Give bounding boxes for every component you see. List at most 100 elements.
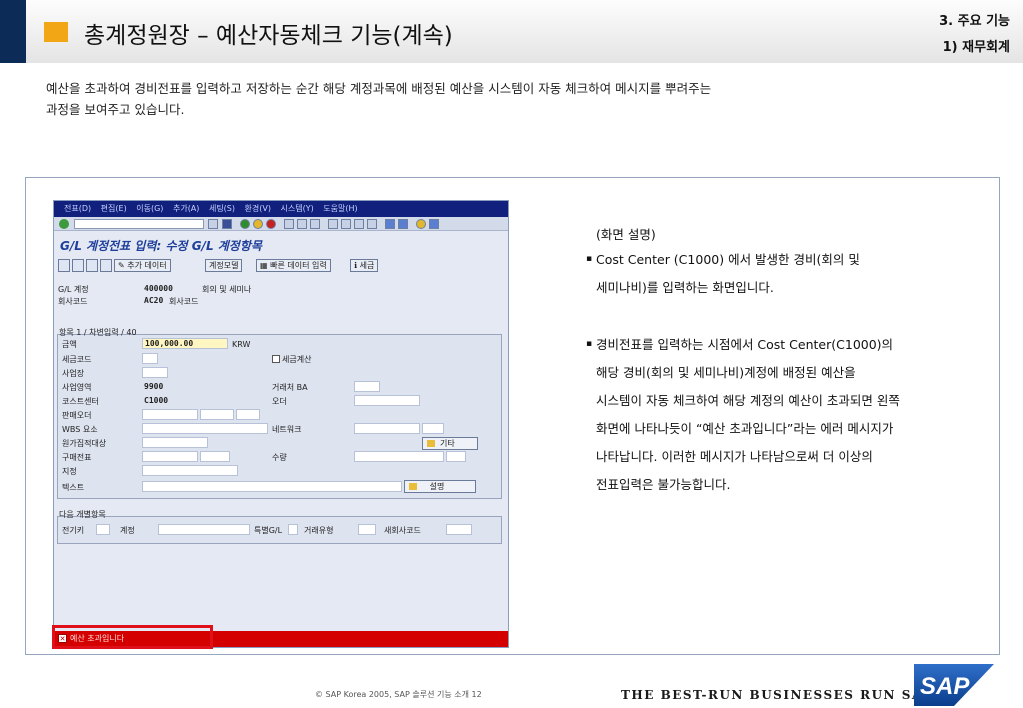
purchase-doc-item-field[interactable] (200, 451, 230, 462)
menu-item-settings[interactable]: 세팅(S) (209, 204, 235, 213)
account-model-button[interactable]: 계정모델 (205, 259, 243, 272)
transaction-type-field[interactable] (358, 524, 376, 535)
intro-line-2: 과정을 보여주고 있습니다. (46, 102, 185, 117)
wbs-field[interactable] (142, 423, 268, 434)
enter-icon[interactable] (59, 219, 69, 229)
back-arrow-icon[interactable] (208, 219, 218, 229)
sales-order-field[interactable] (142, 409, 198, 420)
exit-icon[interactable] (253, 219, 263, 229)
save-icon[interactable] (222, 219, 232, 229)
next-page-icon[interactable] (354, 219, 364, 229)
network-label: 네트워크 (272, 425, 302, 434)
explain-button[interactable]: 설명 (404, 480, 476, 493)
gl-account-value: 400000 (144, 284, 173, 293)
sap-menu-bar: 전표(D) 편집(E) 이동(G) 추가(A) 세팅(S) 환경(V) 시스템(… (54, 201, 508, 217)
amount-label: 금액 (62, 340, 77, 349)
header-icon[interactable] (72, 259, 84, 272)
header-accent-bar (0, 0, 26, 63)
amount-value: 100,000.00 (145, 339, 194, 348)
first-page-icon[interactable] (328, 219, 338, 229)
menu-item-document[interactable]: 전표(D) (64, 204, 91, 213)
special-gl-label: 특별G/L (254, 526, 283, 535)
description-heading: (화면 설명) (596, 227, 656, 242)
new-session-icon[interactable] (385, 219, 395, 229)
copy-icon[interactable] (100, 259, 112, 272)
cancel-icon[interactable] (266, 219, 276, 229)
menu-item-extras[interactable]: 추가(A) (173, 204, 199, 213)
fast-data-entry-button[interactable]: ▦ 빠른 데이터 입력 (256, 259, 331, 272)
order-field[interactable] (354, 395, 420, 406)
find-icon[interactable] (297, 219, 307, 229)
previous-page-icon[interactable] (341, 219, 351, 229)
sales-order-schedule-field[interactable] (236, 409, 260, 420)
sap-screen-title: G/L 계정전표 입력: 수정 G/L 계정항목 (60, 239, 262, 253)
bullet1-line2: 세미나비)를 입력하는 화면입니다. (596, 280, 774, 295)
bullet2-line5: 나타납니다. 이러한 메시지가 나타남으로써 더 이상의 (596, 449, 873, 464)
arrow-icon (427, 440, 435, 447)
subsection-label: 1) 재무회계 (942, 40, 1010, 55)
bullet-icon: ▪ (586, 254, 593, 264)
sap-logo: SAP (914, 664, 994, 706)
network-activity-field[interactable] (422, 423, 444, 434)
menu-item-edit[interactable]: 편집(E) (101, 204, 127, 213)
last-page-icon[interactable] (367, 219, 377, 229)
text-field[interactable] (142, 481, 402, 492)
back-icon[interactable] (240, 219, 250, 229)
gl-account-text: 회의 및 세미나 (202, 285, 252, 294)
bullet2-line4: 화면에 나타나듯이 “예산 초과입니다”라는 에러 메시지가 (596, 421, 894, 436)
wbs-label: WBS 요소 (62, 425, 98, 434)
sap-standard-toolbar (54, 217, 508, 231)
layout-icon[interactable] (429, 219, 439, 229)
intro-line-1: 예산을 초과하여 경비전표를 입력하고 저장하는 순간 해당 계정과목에 배정된… (46, 81, 712, 96)
menu-item-help[interactable]: 도움말(H) (323, 204, 357, 213)
posting-key-label: 전기키 (62, 526, 85, 535)
cost-object-label: 원가집적대상 (62, 439, 107, 448)
business-place-label: 사업장 (62, 369, 85, 378)
help-icon[interactable] (416, 219, 426, 229)
unit-field[interactable] (446, 451, 466, 462)
find-next-icon[interactable] (310, 219, 320, 229)
gl-account-label: G/L 계정 (58, 285, 89, 294)
slide-title: 총계정원장 – 예산자동체크 기능(계속) (84, 23, 453, 49)
sap-logo-text: SAP (920, 673, 970, 700)
purchase-doc-field[interactable] (142, 451, 198, 462)
sales-order-item-field[interactable] (200, 409, 234, 420)
menu-item-system[interactable]: 시스템(Y) (281, 204, 314, 213)
bullet2-line3: 시스템이 자동 체크하여 해당 계정의 예산이 초과되면 왼쪽 (596, 393, 900, 408)
new-company-field[interactable] (446, 524, 472, 535)
account-field[interactable] (158, 524, 250, 535)
assignment-field[interactable] (142, 465, 238, 476)
quantity-label: 수량 (272, 453, 287, 462)
cost-object-field[interactable] (142, 437, 208, 448)
special-gl-field[interactable] (288, 524, 298, 535)
overview-icon[interactable] (58, 259, 70, 272)
section-label: 3. 주요 기능 (939, 14, 1010, 29)
posting-key-field[interactable] (96, 524, 110, 535)
company-code-text: 회사코드 (169, 297, 199, 306)
cost-center-value: C1000 (144, 396, 169, 405)
network-field[interactable] (354, 423, 420, 434)
more-button[interactable]: 기타 (422, 437, 478, 450)
calc-tax-checkbox[interactable] (272, 355, 280, 363)
menu-item-environment[interactable]: 환경(V) (245, 204, 271, 213)
company-code-label: 회사코드 (58, 297, 88, 306)
command-field[interactable] (74, 219, 204, 229)
order-label: 오더 (272, 397, 287, 406)
bullet2-line1: 경비전표를 입력하는 시점에서 Cost Center(C1000)의 (596, 337, 894, 352)
more-data-button[interactable]: ✎ 추가 데이터 (114, 259, 171, 272)
slide-header: 총계정원장 – 예산자동체크 기능(계속) 3. 주요 기능 1) 재무회계 (0, 0, 1023, 63)
footer-slogan: THE BEST-RUN BUSINESSES RUN SAP (621, 688, 934, 702)
trading-partner-field[interactable] (354, 381, 380, 392)
quantity-field[interactable] (354, 451, 444, 462)
menu-item-goto[interactable]: 이동(G) (136, 204, 163, 213)
business-place-field[interactable] (142, 367, 168, 378)
assignment-label: 지정 (62, 467, 77, 476)
tax-code-field[interactable] (142, 353, 158, 364)
display-icon[interactable] (86, 259, 98, 272)
print-icon[interactable] (284, 219, 294, 229)
next-item-tab: 다음 개별항목 (59, 510, 106, 519)
shortcut-icon[interactable] (398, 219, 408, 229)
new-company-label: 새회사코드 (384, 526, 421, 535)
tax-button[interactable]: ℹ 세금 (350, 259, 379, 272)
bullet-icon: ▪ (586, 339, 593, 349)
